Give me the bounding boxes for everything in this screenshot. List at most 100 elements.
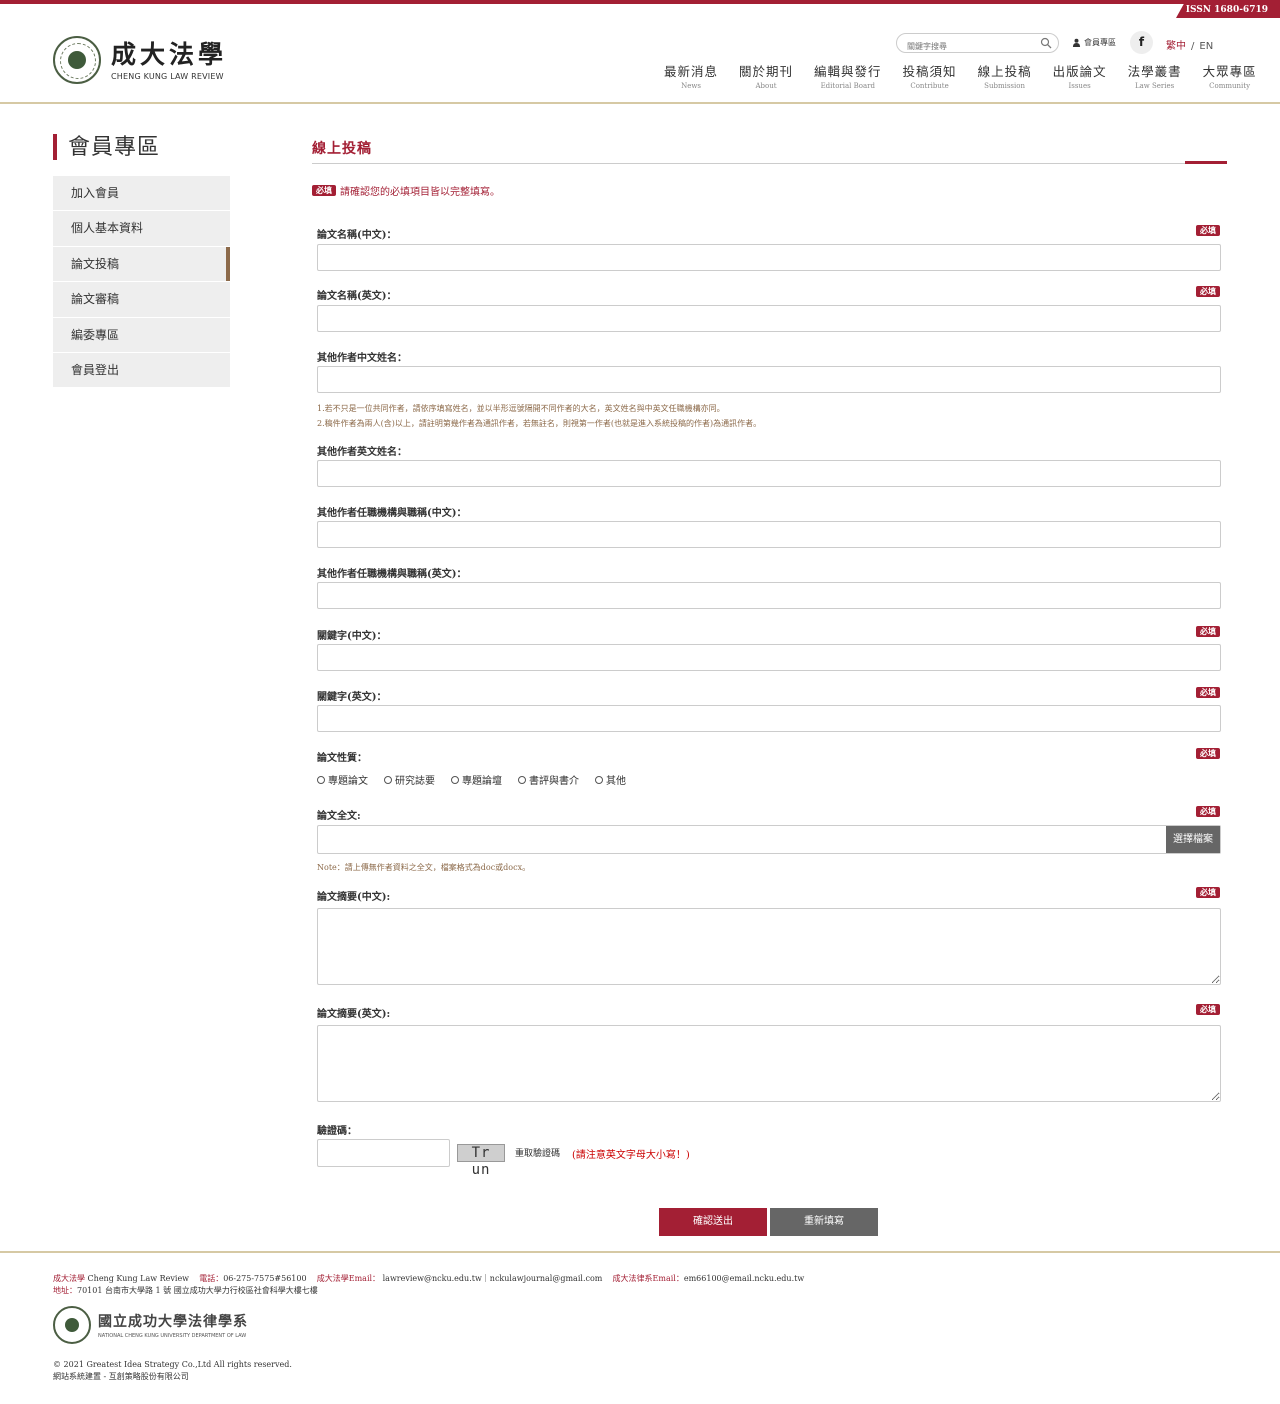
nav-submission[interactable]: 線上投稿 Submission xyxy=(978,64,1032,91)
nav-label-en: Editorial Board xyxy=(820,82,876,90)
lang-en-link[interactable]: EN xyxy=(1199,41,1213,52)
sidebar-item-join[interactable]: 加入會員 xyxy=(53,176,230,212)
sidebar-menu: 加入會員 個人基本資料 論文投稿 論文審稿 編委專區 會員登出 xyxy=(53,176,230,389)
member-area-link[interactable]: 會員專區 xyxy=(1072,37,1116,48)
footer-contact-line-2: 地址：70101 台南市大學路 1 號 國立成功大學力行校區社會科學大樓七樓 xyxy=(53,1285,804,1297)
title-zh-label: 論文名稱(中文)： xyxy=(317,230,397,241)
captcha-image: Tr un xyxy=(457,1144,505,1178)
abstract-en-textarea[interactable] xyxy=(317,1025,1221,1102)
footer-divider xyxy=(0,1251,1280,1253)
nav-label-zh: 法學叢書 xyxy=(1127,64,1182,79)
footer-address-label: 地址： xyxy=(53,1286,77,1295)
search-box xyxy=(896,33,1059,56)
nav-label-zh: 出版論文 xyxy=(1052,64,1107,79)
footer-dept-logo[interactable]: 國立成功大學法律學系 NATIONAL CHENG KUNG UNIVERSIT… xyxy=(53,1306,248,1344)
title-divider xyxy=(312,163,1227,164)
sidebar-item-review[interactable]: 論文審稿 xyxy=(53,282,230,318)
fulltext-note: Note：請上傳無作者資料之全文，檔案格式為doc或docx。 xyxy=(317,863,531,872)
radio-book-review[interactable]: 書評與書介 xyxy=(518,772,579,787)
nav-label-zh: 線上投稿 xyxy=(977,64,1032,79)
radio-label: 研究誌要 xyxy=(395,776,435,787)
footer-dept-zh: 國立成功大學法律學系 xyxy=(98,1314,248,1330)
paper-type-label: 論文性質： xyxy=(317,753,367,764)
title-en-input[interactable] xyxy=(317,305,1221,332)
site-logo[interactable]: 成大法學 CHENG KUNG LAW REVIEW xyxy=(53,36,227,84)
coauthor-zh-input[interactable] xyxy=(317,366,1221,393)
coauthor-en-input[interactable] xyxy=(317,460,1221,487)
radio-label: 書評與書介 xyxy=(529,776,579,787)
footer-brand-label: 成大法學 xyxy=(53,1274,85,1283)
footer-tel: 06-275-7575#56100 xyxy=(223,1274,307,1283)
required-badge: 必填 xyxy=(1196,887,1220,898)
search-icon[interactable] xyxy=(1040,37,1052,49)
footer-dept-en: NATIONAL CHENG KUNG UNIVERSITY DEPARTMEN… xyxy=(98,1333,247,1339)
submit-button[interactable]: 確認送出 xyxy=(659,1208,767,1236)
captcha-label: 驗證碼： xyxy=(317,1126,357,1137)
sidebar-item-logout[interactable]: 會員登出 xyxy=(53,352,230,389)
facebook-icon[interactable]: f xyxy=(1130,31,1153,54)
issn-badge: ISSN 1680-6719 xyxy=(1176,0,1280,18)
reset-button[interactable]: 重新填寫 xyxy=(770,1208,878,1236)
captcha-refresh-link[interactable]: 重取驗證碼 xyxy=(515,1146,560,1159)
search-input[interactable] xyxy=(907,37,1037,56)
nav-label-zh: 投稿須知 xyxy=(902,64,957,79)
lang-separator: / xyxy=(1191,41,1195,52)
radio-button[interactable] xyxy=(518,775,526,784)
lang-zh-link[interactable]: 繁中 xyxy=(1166,41,1186,52)
member-link-label: 會員專區 xyxy=(1084,38,1116,47)
user-icon xyxy=(1072,38,1081,47)
radio-button[interactable] xyxy=(317,775,325,784)
footer-address: 70101 台南市大學路 1 號 國立成功大學力行校區社會科學大樓七樓 xyxy=(77,1286,318,1295)
nav-label-en: Contribute xyxy=(910,82,949,90)
captcha-input[interactable] xyxy=(317,1139,450,1167)
radio-label: 專題論壇 xyxy=(462,776,502,787)
abstract-zh-textarea[interactable] xyxy=(317,908,1221,985)
radio-button[interactable] xyxy=(451,775,459,784)
title-accent xyxy=(1185,161,1227,164)
nav-label-en: Issues xyxy=(1068,82,1091,90)
footer-contact: 成大法學 Cheng Kung Law Review 電話：06-275-757… xyxy=(53,1273,804,1297)
title-zh-input[interactable] xyxy=(317,244,1221,271)
affiliation-en-input[interactable] xyxy=(317,582,1221,609)
required-badge: 必填 xyxy=(1196,806,1220,817)
keywords-en-input[interactable] xyxy=(317,705,1221,732)
top-bar xyxy=(0,0,1280,4)
footer-dept-email[interactable]: em66100@email.ncku.edu.tw xyxy=(684,1274,804,1283)
affiliation-zh-input[interactable] xyxy=(317,521,1221,548)
title-en-label: 論文名稱(英文)： xyxy=(317,291,397,302)
nav-editorial-board[interactable]: 編輯與發行 Editorial Board xyxy=(814,64,882,91)
nav-community[interactable]: 大眾專區 Community xyxy=(1203,64,1257,91)
required-badge: 必填 xyxy=(1196,286,1220,297)
logo-seal-icon xyxy=(53,36,101,84)
coauthor-zh-label: 其他作者中文姓名： xyxy=(317,353,407,364)
file-upload-field[interactable]: 選擇檔案 xyxy=(317,825,1221,854)
radio-research-note[interactable]: 研究誌要 xyxy=(384,772,435,787)
coauthor-en-label: 其他作者英文姓名： xyxy=(317,447,407,458)
nav-law-series[interactable]: 法學叢書 Law Series xyxy=(1128,64,1182,91)
radio-forum[interactable]: 專題論壇 xyxy=(451,772,502,787)
choose-file-button[interactable]: 選擇檔案 xyxy=(1166,826,1220,853)
nav-contribute[interactable]: 投稿須知 Contribute xyxy=(903,64,957,91)
main-nav: 最新消息 News 關於期刊 About 編輯與發行 Editorial Board … xyxy=(664,64,1257,91)
footer-email[interactable]: lawreview@ncku.edu.tw｜nckulawjournal@gma… xyxy=(383,1274,603,1283)
sidebar-item-profile[interactable]: 個人基本資料 xyxy=(53,211,230,247)
footer-brand: Cheng Kung Law Review xyxy=(87,1274,190,1283)
sidebar-item-editorial[interactable]: 編委專區 xyxy=(53,317,230,353)
keywords-zh-label: 關鍵字(中文)： xyxy=(317,631,387,642)
radio-other[interactable]: 其他 xyxy=(595,772,626,787)
copyright: © 2021 Greatest Idea Strategy Co.,Ltd Al… xyxy=(53,1359,292,1383)
radio-button[interactable] xyxy=(595,775,603,784)
affiliation-en-label: 其他作者任職機構與職稱(英文)： xyxy=(317,569,467,580)
sidebar-item-submit-paper[interactable]: 論文投稿 xyxy=(53,246,230,283)
keywords-zh-input[interactable] xyxy=(317,644,1221,671)
paper-type-radio-group: 專題論文 研究誌要 專題論壇 書評與書介 其他 xyxy=(317,772,642,787)
radio-button[interactable] xyxy=(384,775,392,784)
builder-credit: 網站系統建置 - 互創策略股份有限公司 xyxy=(53,1372,189,1381)
nav-issues[interactable]: 出版論文 Issues xyxy=(1053,64,1107,91)
nav-about[interactable]: 關於期刊 About xyxy=(739,64,793,91)
required-note: 必填 請確認您的必填項目皆以完整填寫。 xyxy=(312,183,500,198)
nav-label-en: Community xyxy=(1209,82,1251,90)
nav-news[interactable]: 最新消息 News xyxy=(664,64,718,91)
radio-special-paper[interactable]: 專題論文 xyxy=(317,772,368,787)
abstract-en-label: 論文摘要(英文): xyxy=(317,1009,391,1020)
